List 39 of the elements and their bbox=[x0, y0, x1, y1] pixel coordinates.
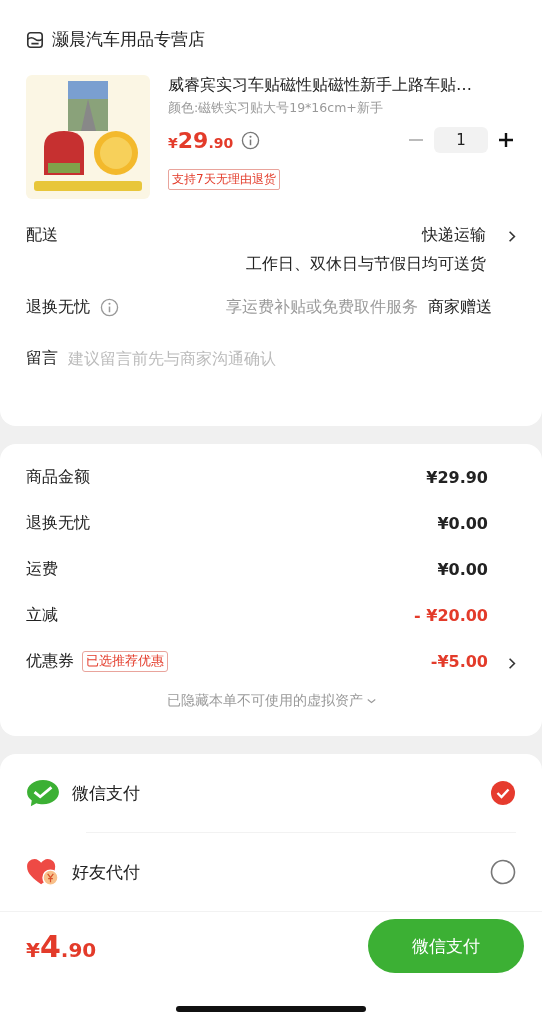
message-field[interactable]: 建议留言前先与商家沟通确认 bbox=[68, 349, 516, 368]
store-name[interactable]: 灏晨汽车用品专营店 bbox=[52, 28, 205, 51]
product-title[interactable]: 威睿宾实习车贴磁性贴磁性新手上路车贴… bbox=[168, 75, 516, 96]
summary-label: 运费 bbox=[26, 558, 58, 580]
summary-label: 立减 bbox=[26, 604, 58, 626]
summary-value: ¥0.00 bbox=[437, 513, 488, 533]
info-icon[interactable] bbox=[241, 130, 261, 150]
store-icon bbox=[26, 30, 44, 49]
returns-label: 退换无忧 bbox=[26, 297, 90, 318]
radio-button[interactable] bbox=[490, 780, 516, 806]
delivery-label: 配送 bbox=[26, 225, 58, 246]
summary-value: ¥29.90 bbox=[426, 467, 488, 487]
quantity-field[interactable]: 1 bbox=[434, 127, 488, 153]
info-icon[interactable] bbox=[100, 298, 119, 317]
radio-button[interactable] bbox=[490, 859, 516, 885]
delivery-method[interactable]: 快递运输 bbox=[422, 225, 486, 246]
product-price: ¥29.90 bbox=[168, 127, 234, 153]
chevron-right-icon[interactable] bbox=[508, 657, 516, 670]
returns-description: 享运费补贴或免费取件服务 bbox=[226, 297, 418, 318]
summary-value: ¥0.00 bbox=[437, 559, 488, 579]
heart-coin-icon bbox=[26, 857, 60, 887]
summary-value: -¥5.00 bbox=[430, 651, 488, 671]
summary-label: 优惠券 bbox=[26, 650, 74, 672]
chevron-right-icon[interactable] bbox=[508, 230, 516, 243]
coupon-tag: 已选推荐优惠 bbox=[82, 650, 168, 672]
payment-method-label[interactable]: 微信支付 bbox=[72, 781, 140, 805]
chat-bubble-check-icon bbox=[26, 778, 60, 808]
chevron-down-icon[interactable] bbox=[366, 698, 376, 704]
summary-label: 退换无忧 bbox=[26, 512, 90, 534]
summary-label: 商品金额 bbox=[26, 466, 90, 488]
payment-method-label[interactable]: 好友代付 bbox=[72, 860, 140, 884]
message-label: 留言 bbox=[26, 348, 58, 369]
return-policy-badge: 支持7天无理由退货 bbox=[168, 169, 280, 190]
plus-button[interactable] bbox=[496, 130, 516, 150]
product-spec: 颜色:磁铁实习贴大号19*16cm+新手 bbox=[168, 100, 384, 117]
summary-value: - ¥20.00 bbox=[414, 605, 488, 625]
delivery-note: 工作日、双休日与节假日均可送货 bbox=[246, 254, 486, 275]
total-price: ¥4.90 bbox=[26, 928, 97, 964]
returns-value: 商家赠送 bbox=[428, 297, 492, 318]
